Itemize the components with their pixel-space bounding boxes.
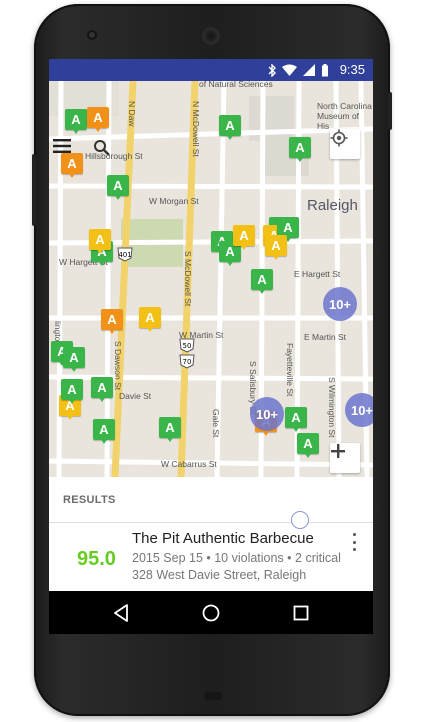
street-label: S Dawson St <box>113 341 123 391</box>
bottom-speaker <box>204 692 222 700</box>
landmark-label: North Carolina Museum of His <box>317 101 372 131</box>
inspection-marker-green[interactable]: A <box>93 419 115 446</box>
inspection-marker-green[interactable]: A <box>91 377 113 404</box>
restaurant-address: 328 West Davie Street, Raleigh <box>132 568 307 582</box>
inspection-marker-green[interactable]: A <box>297 433 319 460</box>
battery-icon <box>322 63 328 76</box>
wifi-icon <box>282 64 297 76</box>
my-location-button[interactable] <box>330 129 360 159</box>
inspection-score: 95.0 <box>77 548 116 570</box>
inspection-marker-green[interactable]: A <box>65 109 87 136</box>
route-shield-label: 401 <box>118 251 131 259</box>
my-location-icon <box>330 129 348 147</box>
marker-grade: A <box>61 379 83 400</box>
inspection-marker-yellow[interactable]: A <box>139 307 161 334</box>
inspection-meta: 2015 Sep 15 • 10 violations • 2 critical <box>132 551 341 565</box>
street-label: N Daw <box>127 101 137 127</box>
plus-icon <box>331 444 345 458</box>
home-button[interactable] <box>201 603 221 623</box>
street-label: W Cabarrus St <box>161 459 217 469</box>
cluster-marker[interactable]: 10+ <box>345 393 373 427</box>
more-vert-icon <box>352 533 356 536</box>
route-shield-label: 50 <box>183 342 192 350</box>
street-label: W Morgan St <box>149 196 199 206</box>
route-shield: 50 <box>179 338 195 353</box>
marker-grade: A <box>285 407 307 428</box>
inspection-marker-green[interactable]: A <box>251 269 273 296</box>
search-icon <box>94 140 110 156</box>
marker-grade: A <box>233 225 255 246</box>
marker-grade: A <box>87 107 109 128</box>
marker-grade: A <box>101 309 123 330</box>
inspection-marker-yellow[interactable]: A <box>233 225 255 252</box>
recents-icon <box>293 605 309 621</box>
zoom-in-button[interactable] <box>330 443 360 473</box>
cluster-marker[interactable]: 10+ <box>250 397 284 431</box>
divider <box>49 522 373 523</box>
inspection-marker-green[interactable]: A <box>285 407 307 434</box>
marker-grade: A <box>65 109 87 130</box>
street-label: Davie St <box>119 391 152 401</box>
recents-button[interactable] <box>291 603 311 623</box>
inspection-marker-green[interactable]: A <box>289 137 311 164</box>
results-heading: RESULTS <box>63 494 116 506</box>
marker-grade: A <box>139 307 161 328</box>
marker-grade: A <box>219 115 241 136</box>
marker-grade: A <box>107 175 129 196</box>
more-options-button[interactable] <box>351 533 357 551</box>
marker-grade: A <box>265 235 287 256</box>
street-label: Fayetteville St <box>285 343 295 397</box>
cluster-marker[interactable]: 10+ <box>323 287 357 321</box>
route-shield-label: 70 <box>183 358 192 366</box>
marker-grade: A <box>93 419 115 440</box>
signal-icon <box>303 64 315 76</box>
status-bar: 9:35 <box>49 59 373 81</box>
inspection-marker-green[interactable]: A <box>107 175 129 202</box>
earpiece-speaker <box>202 27 220 45</box>
inspection-marker-orange[interactable]: A <box>87 107 109 134</box>
drag-handle[interactable] <box>291 511 309 529</box>
marker-grade: A <box>297 433 319 454</box>
marker-grade: A <box>289 137 311 158</box>
back-icon <box>114 604 128 622</box>
back-button[interactable] <box>111 603 131 623</box>
bluetooth-icon <box>268 63 276 77</box>
city-label: Raleigh <box>307 197 358 214</box>
inspection-marker-green[interactable]: A <box>159 417 181 444</box>
landmark-label: of Natural Sciences <box>199 81 273 89</box>
navigation-bar <box>49 591 373 634</box>
inspection-marker-yellow[interactable]: A <box>89 229 111 256</box>
street-label: N McDowell St <box>191 101 201 157</box>
screen: 9:35 Hillsborough St W Morgan St W Harge… <box>49 59 373 634</box>
street-label: S Wilmington St <box>327 377 337 438</box>
inspection-marker-green[interactable]: A <box>61 379 83 406</box>
power-button <box>388 92 392 130</box>
marker-grade: A <box>63 347 85 368</box>
volume-button <box>32 154 36 226</box>
street-label: S McDowell St <box>183 251 193 307</box>
search-button[interactable] <box>93 139 127 173</box>
route-shield: 70 <box>179 354 195 369</box>
inspection-marker-green[interactable]: A <box>63 347 85 374</box>
street-label: E Martin St <box>304 332 347 342</box>
street-label: Gale St <box>211 409 221 438</box>
front-camera <box>87 30 97 40</box>
restaurant-name: The Pit Authentic Barbecue <box>132 530 314 547</box>
hamburger-menu-icon <box>53 139 71 153</box>
street-label: E Hargett St <box>294 269 341 279</box>
inspection-marker-green[interactable]: A <box>219 115 241 142</box>
status-time: 9:35 <box>339 62 365 77</box>
marker-grade: A <box>91 377 113 398</box>
marker-grade: A <box>89 229 111 250</box>
menu-button[interactable] <box>53 139 87 173</box>
marker-grade: A <box>251 269 273 290</box>
marker-grade: A <box>159 417 181 438</box>
route-shield: 401 <box>117 247 133 262</box>
inspection-marker-orange[interactable]: A <box>101 309 123 336</box>
home-icon <box>202 604 220 622</box>
inspection-marker-yellow[interactable]: A <box>265 235 287 262</box>
map-view[interactable]: Hillsborough St W Morgan St W Hargett St… <box>49 81 373 477</box>
